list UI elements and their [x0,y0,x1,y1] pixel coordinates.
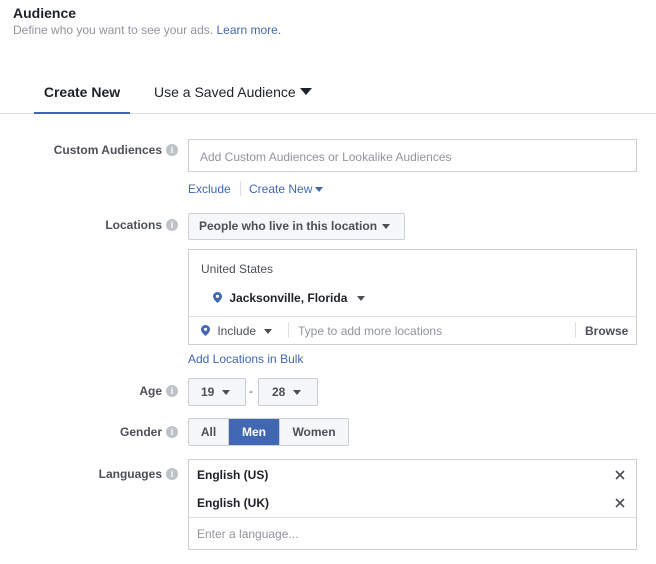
section-subtitle: Define who you want to see your ads. Lea… [13,23,281,37]
browse-button[interactable]: Browse [585,324,628,338]
languages-box: English (US) English (UK) Enter a langua… [188,459,637,550]
divider [189,517,636,518]
subtitle-text: Define who you want to see your ads. [13,23,214,37]
gender-option-all[interactable]: All [189,419,229,445]
include-label: Include [217,324,257,338]
caret-down-icon [315,187,324,192]
country-header: United States [201,262,274,276]
gender-label: Gender [119,425,162,439]
selected-location-name: Jacksonville, Florida [229,291,348,305]
remove-language-icon[interactable] [614,497,626,509]
divider [189,316,636,317]
info-icon[interactable]: i [166,219,178,231]
languages-label: Languages [98,467,162,481]
age-max-value: 28 [272,385,286,399]
audience-tabs: Create New Use a Saved Audience [0,74,656,114]
location-pin-icon [213,292,222,303]
info-icon[interactable]: i [166,385,178,397]
custom-audiences-label: Custom Audiences [53,143,162,157]
gender-toggle: All Men Women [188,418,349,446]
custom-audiences-placeholder: Add Custom Audiences or Lookalike Audien… [200,150,452,164]
age-label: Age [139,384,162,398]
age-max-select[interactable]: 28 [258,378,318,406]
link-divider [240,181,241,196]
caret-down-icon [264,329,273,334]
divider [288,322,289,338]
section-title: Audience [13,5,77,21]
info-icon[interactable]: i [166,426,178,438]
location-pin-icon [201,325,210,336]
exclude-link[interactable]: Exclude [188,182,231,196]
divider [575,322,576,338]
caret-down-icon [299,88,312,95]
tab-create-new[interactable]: Create New [34,74,130,114]
location-type-label: People who live in this location [199,219,378,233]
tab-saved-label: Use a Saved Audience [154,84,296,100]
custom-audiences-input[interactable]: Add Custom Audiences or Lookalike Audien… [188,139,637,172]
include-select[interactable]: Include [201,324,273,338]
create-new-link[interactable]: Create New [249,182,324,196]
language-item: English (UK) [197,496,269,510]
gender-option-men[interactable]: Men [229,419,280,445]
add-locations-bulk-link[interactable]: Add Locations in Bulk [188,352,303,366]
locations-label: Locations [105,218,162,232]
caret-down-icon[interactable] [357,296,366,301]
info-icon[interactable]: i [166,144,178,156]
caret-down-icon [222,390,231,395]
age-min-value: 19 [201,385,215,399]
age-separator: - [249,384,253,398]
locations-box: United States Jacksonville, Florida Incl… [188,249,637,345]
learn-more-link[interactable]: Learn more. [216,23,281,37]
create-new-label: Create New [249,182,313,196]
gender-option-women[interactable]: Women [280,419,348,445]
language-item: English (US) [197,468,269,482]
age-min-select[interactable]: 19 [188,378,246,406]
location-type-select[interactable]: People who live in this location [188,213,405,240]
selected-location[interactable]: Jacksonville, Florida [213,291,366,305]
location-search-input[interactable]: Type to add more locations [298,324,442,338]
caret-down-icon [382,224,391,229]
info-icon[interactable]: i [166,468,178,480]
caret-down-icon [293,390,302,395]
tab-use-saved-audience[interactable]: Use a Saved Audience [154,74,312,114]
remove-language-icon[interactable] [614,469,626,481]
language-search-input[interactable]: Enter a language... [197,527,298,541]
